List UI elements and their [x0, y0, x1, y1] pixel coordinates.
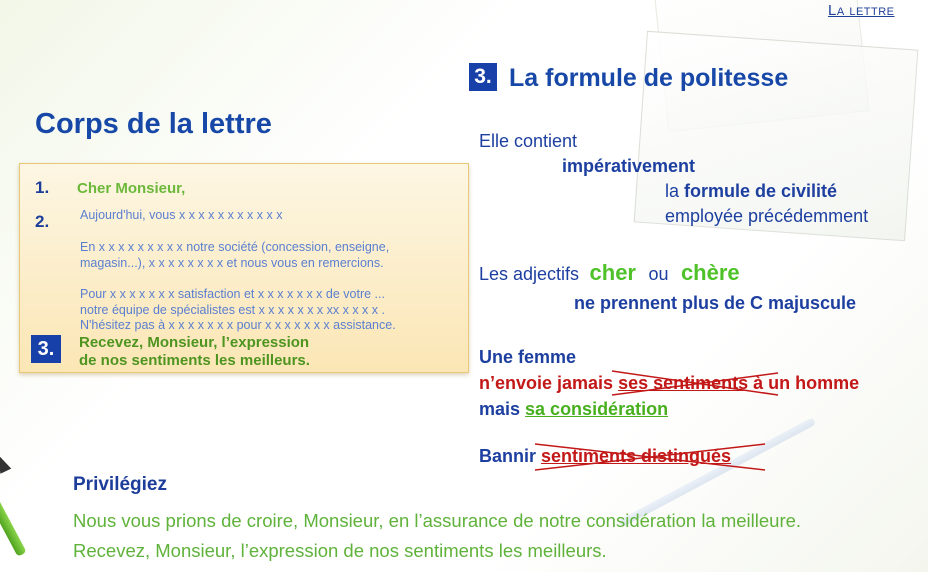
- letter-body-para-3: Pour x x x x x x x satisfaction et x x x…: [80, 287, 440, 334]
- woman-rule-line: mais sa considération: [479, 399, 668, 420]
- letter-closing-line: Recevez, Monsieur, l’expression: [79, 334, 310, 351]
- step-number-3-badge: 3.: [469, 63, 497, 91]
- rule-text: employée précédemment: [665, 206, 869, 226]
- rule-text-part: la: [665, 181, 685, 201]
- rule-text-emphasis: impérativement: [562, 156, 696, 176]
- cross-out-mark: [534, 443, 766, 471]
- rule-text: Elle contient: [479, 131, 578, 151]
- pen-tip-decoration: [0, 452, 12, 474]
- letter-salutation: Cher Monsieur,: [77, 180, 186, 197]
- rule-text-emphasis: ne prennent plus de C majuscule: [574, 293, 857, 313]
- letter-body-line: magasin...), x x x x x x x x et nous vou…: [80, 255, 384, 270]
- letter-closing: Recevez, Monsieur, l’expression de nos s…: [79, 334, 310, 370]
- example-formula-2: Recevez, Monsieur, l’expression de nos s…: [73, 540, 607, 561]
- adjectives-rule: Les adjectifs cher ou chère: [479, 260, 740, 286]
- rule-text-emphasis: mais: [479, 399, 526, 419]
- example-formula-1: Nous vous prions de croire, Monsieur, en…: [73, 510, 802, 531]
- preferred-phrase: sa considération: [525, 399, 669, 419]
- woman-rule-line: n’envoie jamais ses sentiments à un homm…: [479, 370, 859, 396]
- rule-text-red: n’envoie jamais: [479, 373, 619, 393]
- rule-text: la formule de civilité: [665, 181, 837, 202]
- pen-decoration: [0, 472, 27, 557]
- letter-example-box: 1. Cher Monsieur, 2. Aujourd'hui, vous x…: [19, 163, 469, 373]
- rule-text: Les adjectifs: [479, 264, 580, 284]
- letter-body-line: En x x x x x x x x x notre société (conc…: [80, 240, 390, 254]
- step-number-1: 1.: [35, 178, 50, 197]
- adjective-cher: cher: [589, 260, 636, 285]
- cross-out-mark: [611, 370, 779, 396]
- subsection-title: La formule de politesse: [509, 64, 789, 92]
- letter-body-line: N'hésitez pas à x x x x x x x pour x x x…: [80, 318, 396, 332]
- ban-rule-line: Bannir sentiments distingués: [479, 443, 766, 471]
- section-title: Corps de la lettre: [35, 108, 272, 140]
- step-number-3-badge: 3.: [31, 335, 61, 363]
- letter-body-para-2: En x x x x x x x x x notre société (conc…: [80, 240, 440, 271]
- adjective-chere: chère: [680, 260, 740, 285]
- header-link[interactable]: La lettre: [828, 2, 895, 19]
- letter-body-line: Pour x x x x x x x satisfaction et x x x…: [80, 287, 385, 301]
- letter-body-para-1: Aujourd'hui, vous x x x x x x x x x x x: [80, 208, 283, 222]
- rule-text-emphasis: Bannir: [479, 446, 542, 466]
- step-number-2: 2.: [35, 212, 50, 231]
- rule-text-emphasis: Une femme: [479, 347, 577, 367]
- rule-text: ou: [648, 264, 669, 284]
- preferred-label: Privilégiez: [73, 474, 167, 495]
- letter-closing-line: de nos sentiments les meilleurs.: [79, 352, 310, 369]
- rule-text-emphasis: formule de civilité: [684, 181, 838, 201]
- letter-body-line: notre équipe de spécialistes est x x x x…: [80, 302, 385, 317]
